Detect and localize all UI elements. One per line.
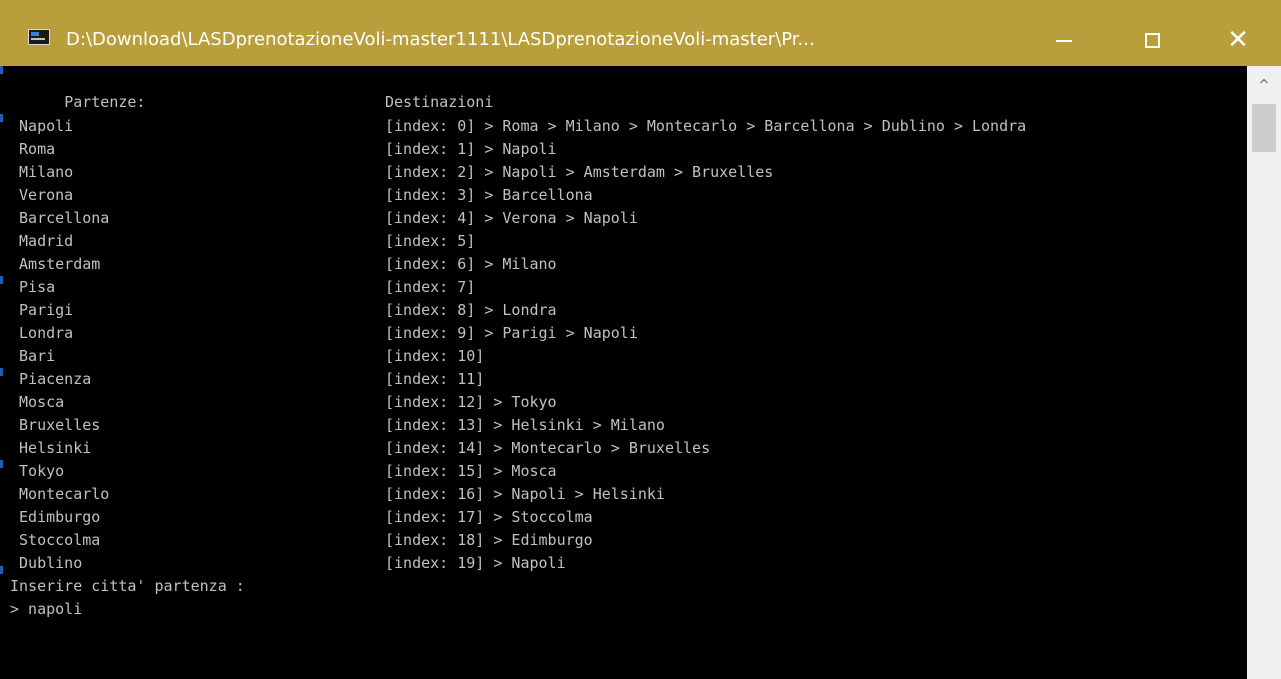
departure-city: Verona <box>10 186 74 204</box>
route-row: Barcellona [index: 4] > Verona > Napoli <box>10 207 638 230</box>
departure-city: Bruxelles <box>10 416 101 434</box>
route-row: Milano [index: 2] > Napoli > Amsterdam > … <box>10 161 773 184</box>
departure-city: Barcellona <box>10 209 110 227</box>
route-row: Dublino [index: 19] > Napoli <box>10 552 566 575</box>
destinations: [index: 3] > Barcellona <box>385 186 593 204</box>
console-output[interactable]: Partenze: Destinazioni Napoli [index: 0] >… <box>8 66 1247 679</box>
header-partenze: Partenze: <box>64 93 146 111</box>
route-row: Bruxelles [index: 13] > Helsinki > Milano <box>10 414 665 437</box>
route-row: Stoccolma [index: 18] > Edimburgo <box>10 529 593 552</box>
prompt-line: Inserire citta' partenza : <box>10 577 245 595</box>
destinations: [index: 17] > Stoccolma <box>385 508 593 526</box>
scroll-thumb[interactable] <box>1252 104 1276 152</box>
console-app-icon[interactable] <box>28 29 50 45</box>
edge-accent <box>0 566 3 574</box>
console-window: D:\Download\LASDprenotazioneVoli-master1… <box>0 0 1281 679</box>
route-row: Parigi [index: 8] > Londra <box>10 299 557 322</box>
destinations: [index: 16] > Napoli > Helsinki <box>385 485 665 503</box>
departure-city: Milano <box>10 163 74 181</box>
title-bar[interactable]: D:\Download\LASDprenotazioneVoli-master1… <box>0 0 1281 66</box>
departure-city: Edimburgo <box>10 508 101 526</box>
destinations: [index: 8] > Londra <box>385 301 557 319</box>
route-row: Bari [index: 10] <box>10 345 484 368</box>
window-title: D:\Download\LASDprenotazioneVoli-master1… <box>66 29 815 50</box>
header-line: Partenze: Destinazioni <box>10 68 493 111</box>
route-row: Verona [index: 3] > Barcellona <box>10 184 593 207</box>
edge-accent <box>0 276 3 284</box>
destinations: [index: 14] > Montecarlo > Bruxelles <box>385 439 711 457</box>
route-row: Tokyo [index: 15] > Mosca <box>10 460 557 483</box>
departure-city: Mosca <box>10 393 65 411</box>
edge-accent <box>0 368 3 376</box>
command-input[interactable]: > napoli <box>10 598 82 621</box>
destinations: [index: 19] > Napoli <box>385 554 566 572</box>
departure-city: Stoccolma <box>10 531 101 549</box>
departure-city: Tokyo <box>10 462 65 480</box>
departure-city: Parigi <box>10 301 74 319</box>
destinations: [index: 7] <box>385 278 476 296</box>
departure-city: Piacenza <box>10 370 92 388</box>
vertical-scrollbar[interactable]: ^ <box>1247 66 1281 679</box>
departure-city: Londra <box>10 324 74 342</box>
departure-city: Pisa <box>10 278 56 296</box>
destinations: [index: 5] <box>385 232 476 250</box>
destinations: [index: 18] > Edimburgo <box>385 531 593 549</box>
route-row: Helsinki [index: 14] > Montecarlo > Bruxe… <box>10 437 710 460</box>
destinations: [index: 13] > Helsinki > Milano <box>385 416 665 434</box>
destinations: [index: 0] > Roma > Milano > Montecarlo … <box>385 117 1027 135</box>
close-button[interactable]: ✕ <box>1214 18 1262 62</box>
route-row: Edimburgo [index: 17] > Stoccolma <box>10 506 593 529</box>
route-row: Piacenza [index: 11] <box>10 368 484 391</box>
route-row: Londra [index: 9] > Parigi > Napoli <box>10 322 638 345</box>
destinations: [index: 4] > Verona > Napoli <box>385 209 638 227</box>
departure-city: Madrid <box>10 232 74 250</box>
destinations: [index: 12] > Tokyo <box>385 393 557 411</box>
route-row: Madrid [index: 5] <box>10 230 475 253</box>
route-row: Montecarlo [index: 16] > Napoli > Helsink… <box>10 483 665 506</box>
edge-accent <box>0 114 3 122</box>
departure-city: Montecarlo <box>10 485 110 503</box>
route-row: Amsterdam [index: 6] > Milano <box>10 253 557 276</box>
destinations: [index: 15] > Mosca <box>385 462 557 480</box>
scroll-up-arrow-icon[interactable]: ^ <box>1247 72 1281 98</box>
departure-city: Roma <box>10 140 56 158</box>
destinations: [index: 2] > Napoli > Amsterdam > Bruxel… <box>385 163 774 181</box>
window-left-edge <box>0 66 8 679</box>
route-row: Roma [index: 1] > Napoli <box>10 138 557 161</box>
destinations: [index: 1] > Napoli <box>385 140 557 158</box>
destinations: [index: 11] <box>385 370 485 388</box>
maximize-icon <box>1144 32 1160 48</box>
minimize-icon <box>1056 40 1072 42</box>
destinations: [index: 6] > Milano <box>385 255 557 273</box>
departure-city: Helsinki <box>10 439 92 457</box>
maximize-button[interactable] <box>1128 18 1176 62</box>
route-row: Mosca [index: 12] > Tokyo <box>10 391 557 414</box>
close-icon: ✕ <box>1227 25 1249 55</box>
minimize-button[interactable] <box>1040 18 1088 62</box>
edge-accent <box>0 460 3 468</box>
route-row: Pisa [index: 7] <box>10 276 475 299</box>
departure-city: Napoli <box>10 117 74 135</box>
departure-city: Dublino <box>10 554 83 572</box>
destinations: [index: 9] > Parigi > Napoli <box>385 324 638 342</box>
destinations: [index: 10] <box>385 347 485 365</box>
header-destinazioni: Destinazioni <box>385 93 494 111</box>
departure-city: Amsterdam <box>10 255 101 273</box>
route-row: Napoli [index: 0] > Roma > Milano > Monte… <box>10 115 1026 138</box>
edge-accent <box>0 66 3 74</box>
departure-city: Bari <box>10 347 56 365</box>
